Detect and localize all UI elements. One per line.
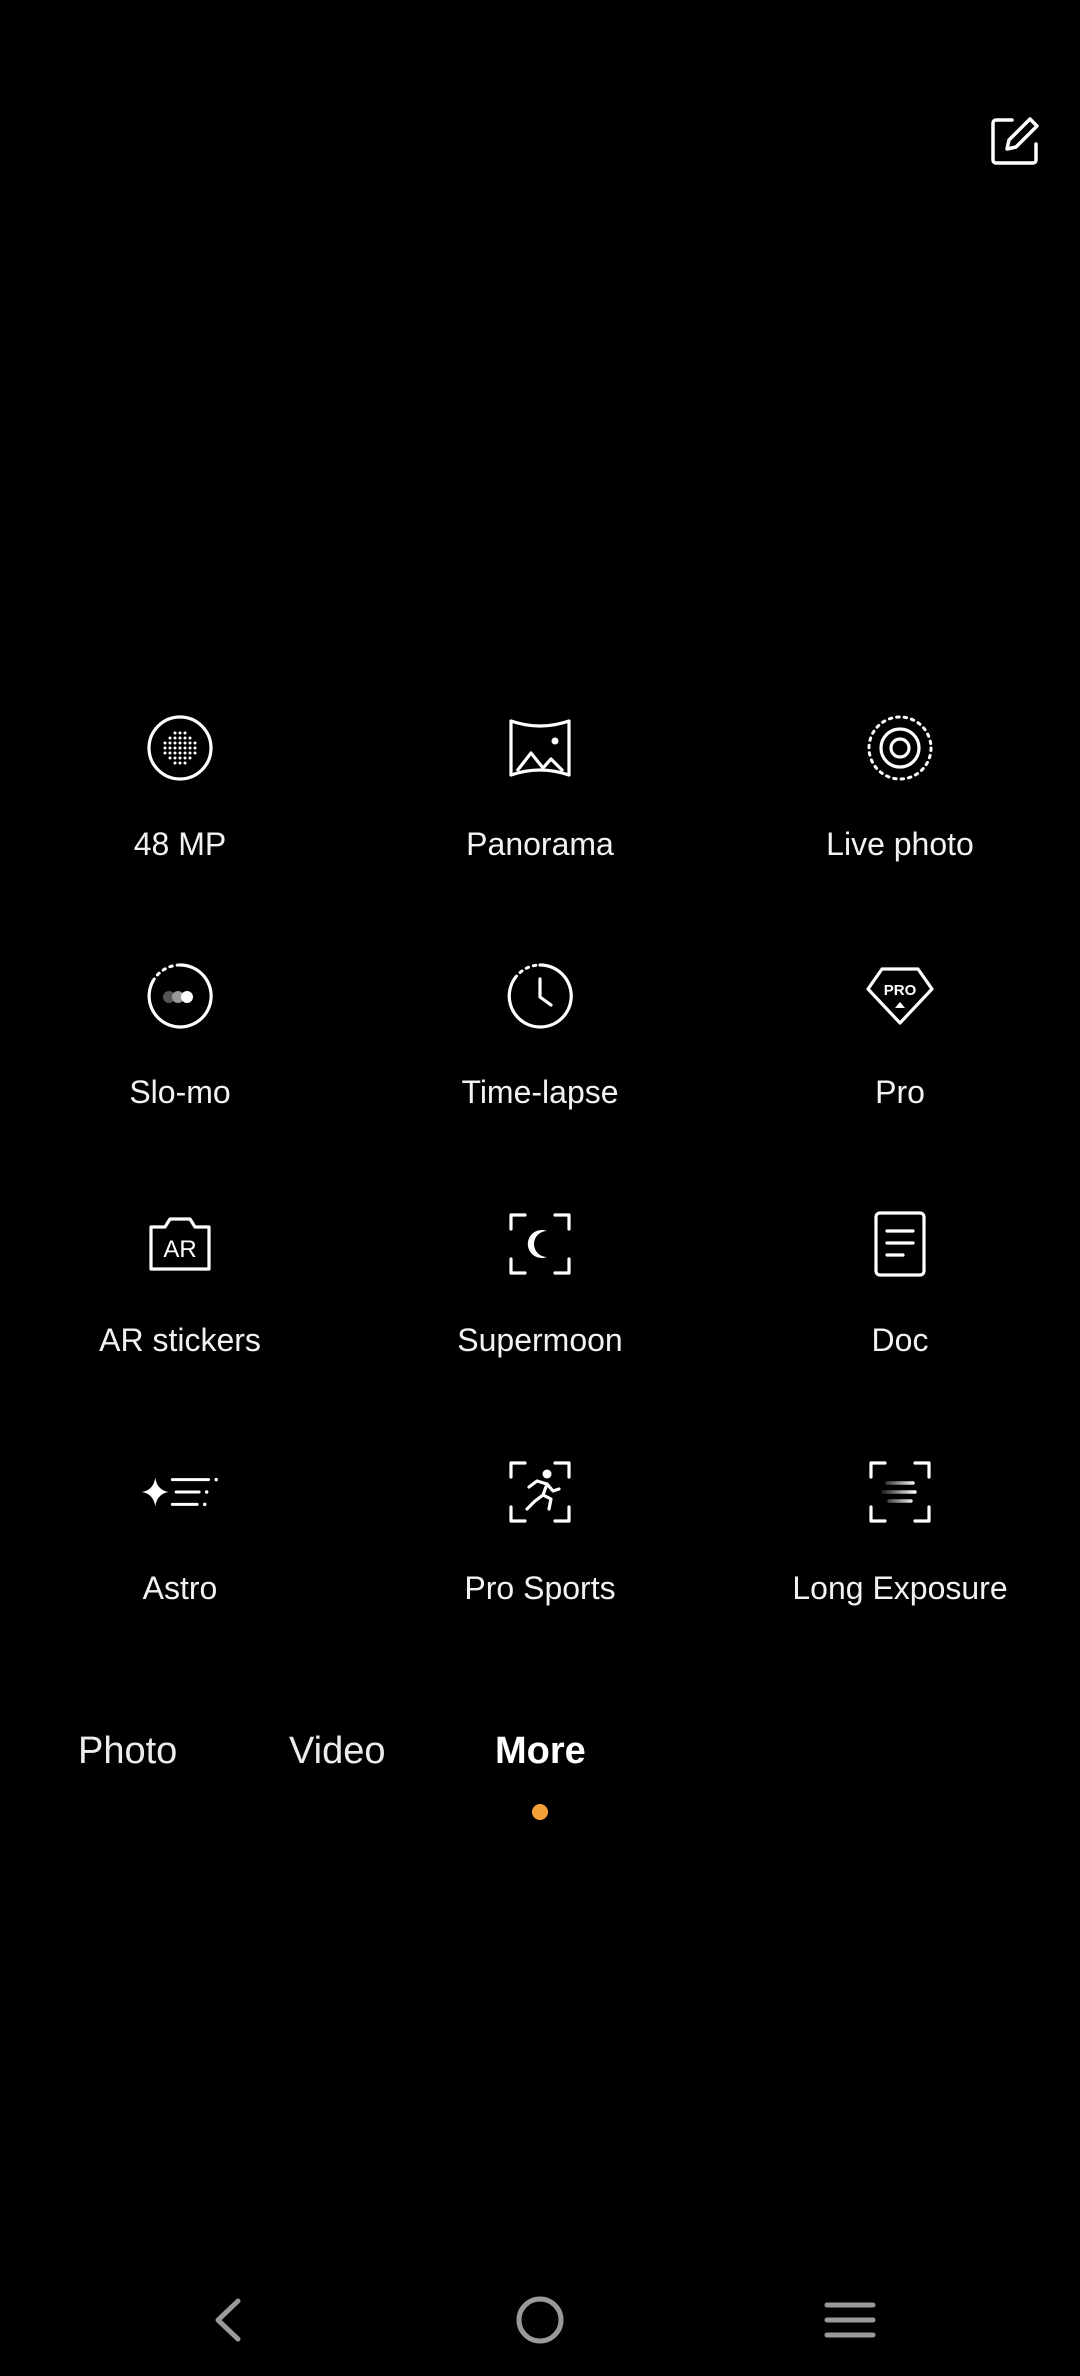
tab-more[interactable]: More [495,1730,586,1773]
pro-badge-text: PRO [884,982,917,999]
dot-matrix-circle-icon [140,708,220,788]
matrix-dot [173,731,177,735]
matrix-dot [188,741,192,745]
matrix-dot [163,746,167,750]
ar-camera-icon: AR [140,1204,220,1284]
edit-square-icon [991,117,1039,165]
moon-frame-icon [500,1204,580,1284]
system-navigation-bar [0,2270,1080,2370]
mode-label: Slo-mo [129,1074,231,1110]
mode-label: Pro [875,1074,925,1110]
mode-label: Time-lapse [461,1074,619,1110]
panorama-icon [500,708,580,788]
mode-label: Live photo [826,826,974,862]
matrix-dot [168,756,172,760]
matrix-dot [168,741,172,745]
mode-label: 48 MP [133,826,227,862]
mode-live-photo[interactable]: Live photo [720,700,1080,948]
home-circle-icon [516,2296,564,2344]
matrix-dot [173,741,177,745]
mode-label: Doc [871,1322,929,1358]
matrix-dot [183,756,187,760]
back-button[interactable] [178,2270,278,2370]
mode-label: Long Exposure [792,1570,1008,1606]
menu-lines-icon [824,2302,876,2338]
matrix-dot [168,751,172,755]
mode-label: Astro [142,1570,218,1606]
matrix-dot [188,756,192,760]
matrix-dot [163,751,167,755]
matrix-dot [188,751,192,755]
matrix-dot [183,731,187,735]
matrix-dot [178,761,182,765]
matrix-dot [178,746,182,750]
motion-lines-frame-icon [860,1452,940,1532]
mode-astro[interactable]: Astro [0,1444,360,1692]
mode-time-lapse[interactable]: Time-lapse [360,948,720,1196]
mode-panorama[interactable]: Panorama [360,700,720,948]
matrix-dot [188,746,192,750]
matrix-dot [168,736,172,740]
matrix-dot [193,741,197,745]
matrix-dot [183,736,187,740]
mode-slo-mo[interactable]: Slo-mo [0,948,360,1196]
mode-label: Supermoon [457,1322,623,1358]
matrix-dot [188,736,192,740]
mode-label: Panorama [466,826,614,862]
tab-photo[interactable]: Photo [78,1730,177,1773]
matrix-dot [178,731,182,735]
matrix-dot [178,756,182,760]
clock-icon [500,956,580,1036]
matrix-dot [183,751,187,755]
matrix-dot [193,751,197,755]
matrix-dot [193,746,197,750]
matrix-dot [183,761,187,765]
mode-pro-sports[interactable]: Pro Sports [360,1444,720,1692]
slow-motion-icon [140,956,220,1036]
mode-ar-stickers[interactable]: AR AR stickers [0,1196,360,1444]
matrix-dot [178,741,182,745]
back-chevron-icon [215,2298,241,2342]
mode-48mp[interactable]: 48 MP [0,700,360,948]
edit-modes-button[interactable] [984,110,1046,172]
active-tab-indicator [532,1804,548,1820]
matrix-dot [173,761,177,765]
runner-frame-icon [500,1452,580,1532]
ar-badge-text: AR [163,1236,196,1263]
camera-more-modes-screen: 48 MP Panorama Live photo Slo-mo Time-la… [0,0,1080,2376]
document-icon [860,1204,940,1284]
mode-pro[interactable]: PRO Pro [720,948,1080,1196]
matrix-dot [183,746,187,750]
matrix-dot [168,746,172,750]
sparkle-lines-icon [140,1452,220,1532]
recent-apps-button[interactable] [800,2270,900,2370]
mode-long-exposure[interactable]: Long Exposure [720,1444,1080,1692]
mode-doc[interactable]: Doc [720,1196,1080,1444]
mode-supermoon[interactable]: Supermoon [360,1196,720,1444]
live-photo-icon [860,708,940,788]
matrix-dot [183,741,187,745]
matrix-dot [173,736,177,740]
pro-badge-icon: PRO [860,956,940,1036]
matrix-dot [178,751,182,755]
mode-label: AR stickers [99,1322,261,1358]
matrix-dot [173,756,177,760]
matrix-dot [163,741,167,745]
tab-video[interactable]: Video [289,1730,386,1773]
matrix-dot [178,736,182,740]
mode-label: Pro Sports [464,1570,616,1606]
home-button[interactable] [490,2270,590,2370]
matrix-dot [173,751,177,755]
matrix-dot [173,746,177,750]
mode-grid: 48 MP Panorama Live photo Slo-mo Time-la… [0,700,1080,1692]
